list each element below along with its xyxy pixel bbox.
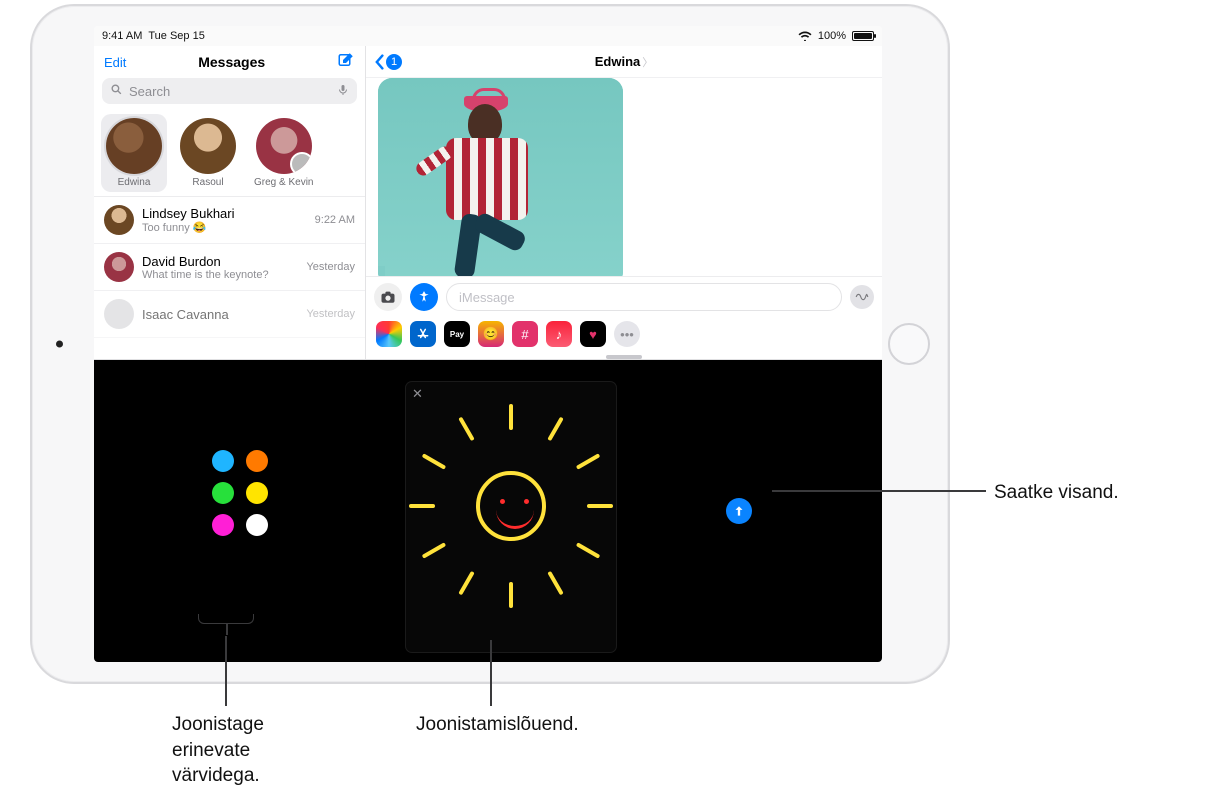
search-placeholder: Search [129, 84, 331, 99]
color-swatch-blue[interactable] [212, 450, 234, 472]
list-item[interactable]: Isaac Cavanna Yesterday [94, 291, 365, 338]
home-button[interactable] [888, 323, 930, 365]
conv-time: 9:22 AM [315, 214, 355, 226]
tray-memoji-icon[interactable]: 😊 [478, 321, 504, 347]
callout-line [225, 636, 227, 706]
status-bar: 9:41 AM Tue Sep 15 100% [94, 26, 882, 46]
message-input-row: iMessage [366, 276, 882, 317]
pinned-contact-rasoul[interactable]: Rasoul [180, 118, 236, 188]
pinned-row: Edwina Rasoul Greg & Kevin [94, 110, 365, 196]
color-swatch-white[interactable] [246, 514, 268, 536]
conv-name: David Burdon [142, 254, 298, 269]
conversation-title[interactable]: Edwina〉 [595, 53, 654, 71]
callout-colors: Joonistage erinevate värvidega. [172, 712, 264, 789]
color-swatch-green[interactable] [212, 482, 234, 504]
color-swatch-yellow[interactable] [246, 482, 268, 504]
tray-applepay-icon[interactable]: Pay [444, 321, 470, 347]
conv-time: Yesterday [306, 308, 355, 320]
color-palette [212, 418, 270, 536]
list-item[interactable]: David Burdon What time is the keynote? Y… [94, 244, 365, 291]
status-date: Tue Sep 15 [148, 30, 204, 42]
messages-sidebar: Edit Messages Search [94, 46, 366, 359]
tray-more-icon[interactable]: ••• [614, 321, 640, 347]
message-input[interactable]: iMessage [446, 283, 842, 311]
sidebar-header: Edit Messages [94, 46, 365, 78]
avatar [106, 118, 162, 174]
color-swatch-red[interactable] [246, 418, 268, 440]
sidebar-title: Messages [198, 54, 265, 70]
unread-badge: 1 [386, 54, 402, 70]
battery-icon [852, 31, 874, 41]
chevron-right-icon: 〉 [642, 57, 653, 69]
imessage-app-tray: Pay 😊 # ♪ ♥ ••• [366, 317, 882, 353]
avatar [256, 118, 312, 174]
chat-body[interactable] [366, 78, 882, 276]
photo-person [428, 94, 558, 276]
avatar [104, 205, 134, 235]
close-icon[interactable]: ✕ [412, 386, 423, 402]
wifi-icon [798, 31, 812, 41]
back-button[interactable]: 1 [374, 54, 402, 70]
pinned-contact-greg-kevin[interactable]: Greg & Kevin [254, 118, 313, 188]
sidebar-search[interactable]: Search [102, 78, 357, 104]
screen: 9:41 AM Tue Sep 15 100% Edit Messages [94, 26, 882, 662]
tray-digitaltouch-icon[interactable]: ♥ [580, 321, 606, 347]
color-swatch-orange[interactable] [246, 450, 268, 472]
front-camera-dot [56, 341, 63, 348]
received-photo-message[interactable] [378, 78, 623, 276]
callout-brace [198, 614, 254, 624]
callout-line [772, 490, 986, 492]
conversation-header: 1 Edwina〉 [366, 46, 882, 78]
appstore-button[interactable] [410, 283, 438, 311]
conv-preview: What time is the keynote? [142, 269, 298, 281]
message-placeholder: iMessage [459, 290, 515, 305]
camera-button[interactable] [374, 283, 402, 311]
avatar [180, 118, 236, 174]
send-sketch-button[interactable] [726, 498, 752, 524]
sketch-sun-drawing [476, 471, 546, 541]
search-icon [110, 83, 123, 99]
conv-name: Isaac Cavanna [142, 307, 298, 322]
pinned-contact-edwina[interactable]: Edwina [101, 114, 167, 192]
tray-photos-icon[interactable] [376, 321, 402, 347]
pinned-label: Rasoul [192, 177, 223, 188]
tray-hashtag-icon[interactable]: # [512, 321, 538, 347]
compose-icon[interactable] [337, 51, 355, 74]
callout-line [490, 640, 492, 706]
dictation-icon[interactable] [337, 83, 349, 100]
sketch-canvas[interactable]: ✕ [406, 382, 616, 652]
list-item[interactable]: Lindsey Bukhari Too funny 😂 9:22 AM [94, 197, 365, 244]
callout-canvas: Joonistamislõuend. [416, 712, 579, 738]
color-swatch-magenta[interactable] [212, 514, 234, 536]
conv-name: Lindsey Bukhari [142, 206, 307, 221]
conversation-list: Lindsey Bukhari Too funny 😂 9:22 AM Davi… [94, 196, 365, 338]
conv-preview: Too funny 😂 [142, 221, 307, 234]
battery-percent: 100% [818, 30, 846, 42]
status-time: 9:41 AM [102, 30, 142, 42]
drawer-grabber[interactable] [606, 355, 642, 359]
conversation-pane: 1 Edwina〉 [366, 46, 882, 359]
ipad-device-frame: 9:41 AM Tue Sep 15 100% Edit Messages [30, 4, 950, 684]
tray-music-icon[interactable]: ♪ [546, 321, 572, 347]
edit-button[interactable]: Edit [104, 55, 126, 70]
avatar [104, 299, 134, 329]
pinned-label: Greg & Kevin [254, 177, 313, 188]
messages-upper: Edit Messages Search [94, 46, 882, 360]
avatar [104, 252, 134, 282]
tray-appstore-icon[interactable] [410, 321, 436, 347]
pinned-label: Edwina [118, 177, 151, 188]
conv-time: Yesterday [306, 261, 355, 273]
callout-send: Saatke visand. [994, 480, 1119, 506]
audio-record-button[interactable] [850, 285, 874, 309]
